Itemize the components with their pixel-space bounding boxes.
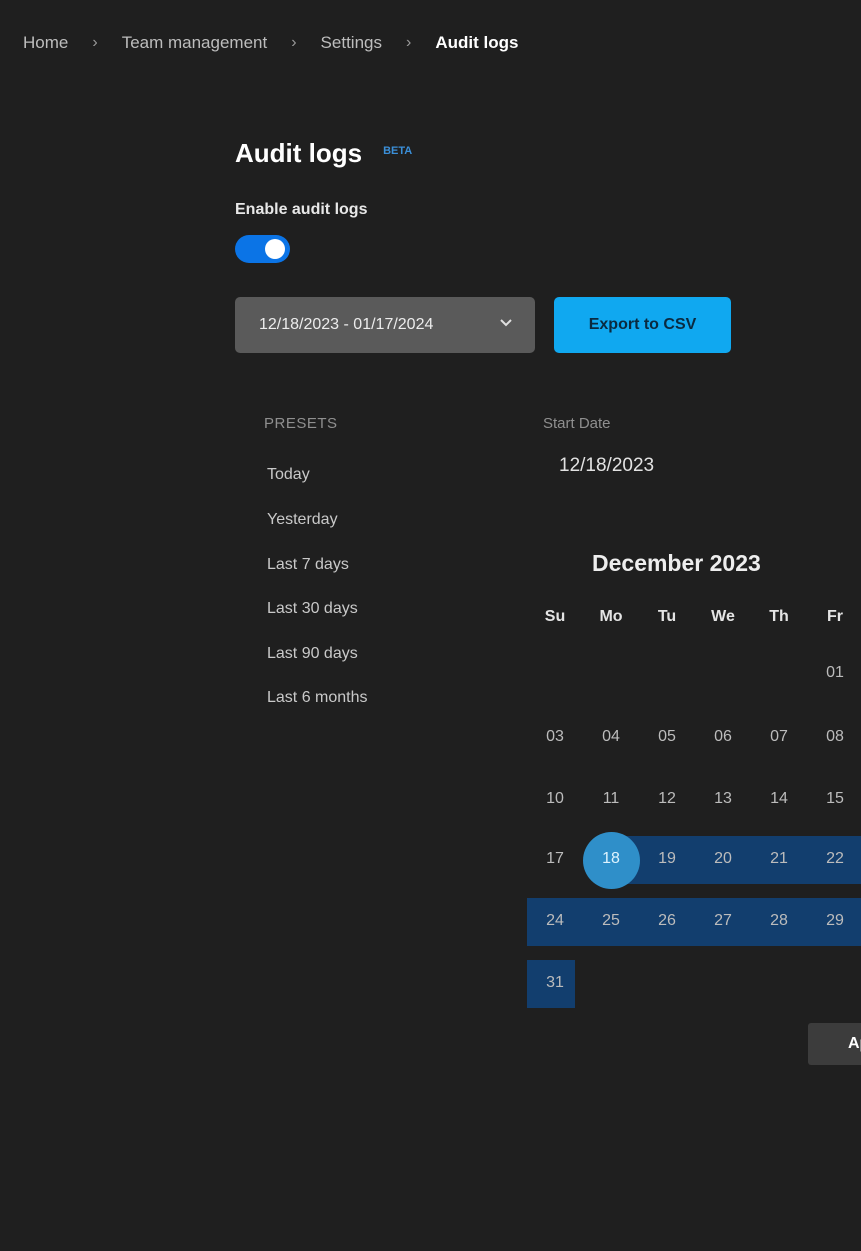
calendar-day[interactable]: 12: [639, 776, 695, 822]
preset-last-90-days[interactable]: Last 90 days: [267, 645, 358, 663]
start-date-input[interactable]: 12/18/2023: [559, 455, 654, 477]
calendar-day[interactable]: 21: [751, 836, 807, 882]
apply-button[interactable]: Apply: [808, 1023, 861, 1065]
calendar-day[interactable]: 15: [807, 776, 861, 822]
calendar-day[interactable]: 04: [583, 714, 639, 760]
calendar-day[interactable]: 31: [527, 960, 583, 1006]
calendar-day[interactable]: 05: [639, 714, 695, 760]
calendar-day[interactable]: 28: [751, 898, 807, 944]
audit-logs-toggle[interactable]: [235, 235, 290, 263]
weekday-header: Fr: [827, 608, 843, 625]
preset-last-6-months[interactable]: Last 6 months: [267, 689, 368, 707]
preset-yesterday[interactable]: Yesterday: [267, 511, 338, 529]
calendar-day[interactable]: 11: [583, 776, 639, 822]
previous-month-icon[interactable]: [530, 553, 550, 575]
toggle-knob: [265, 239, 285, 259]
calendar-day[interactable]: 29: [807, 898, 861, 944]
preset-last-7-days[interactable]: Last 7 days: [267, 556, 349, 574]
breadcrumb: Home › Team management › Settings › Audi…: [23, 33, 518, 53]
calendar-day[interactable]: 20: [695, 836, 751, 882]
start-date-label: Start Date: [543, 415, 611, 432]
calendar-day[interactable]: 24: [527, 898, 583, 944]
breadcrumb-audit-logs: Audit logs: [435, 33, 519, 52]
month-title: December 2023: [592, 550, 761, 576]
audit-logs-page: Home › Team management › Settings › Audi…: [0, 0, 861, 1251]
weekday-header: Su: [544, 608, 566, 625]
chevron-right-icon: ›: [92, 34, 98, 51]
calendar-day[interactable]: 06: [695, 714, 751, 760]
chevron-down-icon: [500, 319, 512, 327]
weekday-header: Tu: [657, 608, 677, 625]
calendar-day[interactable]: 07: [751, 714, 807, 760]
calendar-day[interactable]: 25: [583, 898, 639, 944]
audit-logs-toggle-label: Enable audit logs: [235, 201, 368, 218]
weekday-header: We: [711, 608, 735, 625]
calendar-day[interactable]: 08: [807, 714, 861, 760]
date-range-select[interactable]: 12/18/2023 - 01/17/2024: [235, 297, 535, 353]
presets-title: PRESETS: [264, 415, 338, 432]
weekday-header: Mo: [599, 608, 623, 625]
date-range-value: 12/18/2023 - 01/17/2024: [259, 316, 434, 333]
preset-today[interactable]: Today: [267, 466, 310, 484]
calendar-day[interactable]: 27: [695, 898, 751, 944]
page-header: Audit logs BETA: [235, 138, 419, 169]
beta-badge: BETA: [383, 144, 413, 157]
preset-last-30-days[interactable]: Last 30 days: [267, 600, 358, 618]
calendar-day[interactable]: 17: [527, 836, 583, 882]
breadcrumb-team-management[interactable]: Team management: [122, 33, 268, 53]
weekday-header: Th: [769, 608, 789, 625]
breadcrumb-home[interactable]: Home: [23, 33, 68, 53]
breadcrumb-settings[interactable]: Settings: [321, 33, 382, 53]
calendar-day[interactable]: 10: [527, 776, 583, 822]
calendar-day[interactable]: 03: [527, 714, 583, 760]
calendar-day[interactable]: 22: [807, 836, 861, 882]
calendar-day-selected[interactable]: 18: [583, 836, 639, 882]
chevron-right-icon: ›: [405, 34, 412, 51]
page-title: Audit logs: [235, 138, 363, 168]
calendar-day[interactable]: 01: [807, 650, 861, 696]
calendar-day[interactable]: 13: [695, 776, 751, 822]
calendar-day[interactable]: 14: [751, 776, 807, 822]
calendar-day[interactable]: 19: [639, 836, 695, 882]
export-csv-button[interactable]: Export to CSV: [554, 297, 731, 353]
calendar-day[interactable]: 26: [639, 898, 695, 944]
chevron-right-icon: ›: [291, 34, 297, 51]
